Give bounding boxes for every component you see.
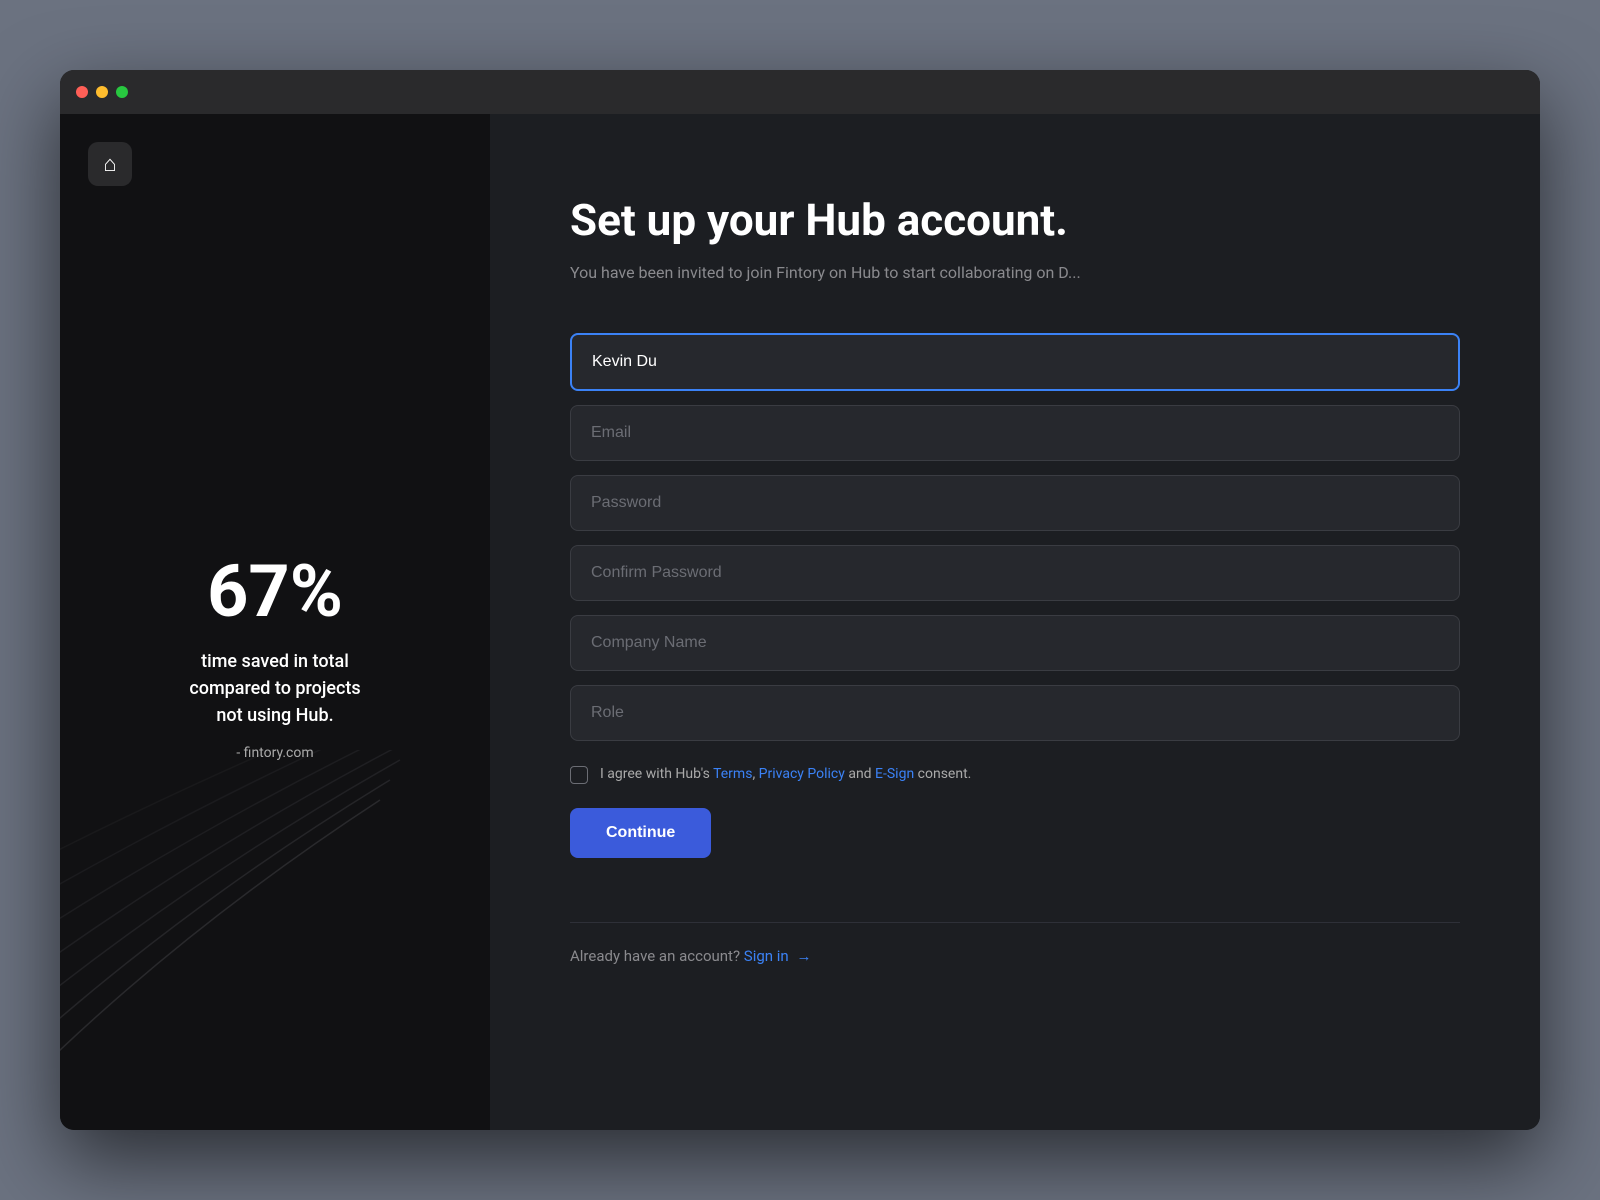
titlebar [60, 70, 1540, 114]
browser-content: ⌂ 67% time saved in total compared to pr… [60, 114, 1540, 1130]
logo-area: ⌂ [60, 114, 490, 186]
close-button[interactable] [76, 86, 88, 98]
password-input[interactable] [570, 475, 1460, 531]
stat-source: - fintory.com [236, 745, 313, 761]
password-field-group [570, 475, 1460, 531]
confirm-password-field-group [570, 545, 1460, 601]
left-content: 67% time saved in total compared to proj… [60, 186, 490, 1130]
company-name-input[interactable] [570, 615, 1460, 671]
divider [570, 922, 1460, 923]
browser-window: ⌂ 67% time saved in total compared to pr… [60, 70, 1540, 1130]
role-field-group [570, 685, 1460, 741]
terms-link[interactable]: Terms [713, 766, 752, 782]
right-panel: Set up your Hub account. You have been i… [490, 114, 1540, 1130]
email-field-group [570, 405, 1460, 461]
agreement-label: I agree with Hub's Terms, Privacy Policy… [600, 765, 971, 785]
signin-row: Already have an account? Sign in → [570, 947, 1460, 965]
stat-number: 67% [207, 556, 343, 628]
continue-button[interactable]: Continue [570, 808, 711, 858]
name-field-group [570, 333, 1460, 391]
privacy-link[interactable]: Privacy Policy [759, 766, 845, 782]
logo-icon: ⌂ [103, 151, 116, 177]
esign-link[interactable]: E-Sign [875, 766, 914, 782]
form-subtitle: You have been invited to join Fintory on… [570, 261, 1460, 285]
form-title: Set up your Hub account. [570, 194, 1460, 247]
role-input[interactable] [570, 685, 1460, 741]
minimize-button[interactable] [96, 86, 108, 98]
agreement-checkbox[interactable] [570, 766, 588, 784]
signin-link[interactable]: Sign in → [744, 947, 812, 965]
confirm-password-input[interactable] [570, 545, 1460, 601]
left-panel: ⌂ 67% time saved in total compared to pr… [60, 114, 490, 1130]
full-name-input[interactable] [570, 333, 1460, 391]
window-controls [76, 86, 128, 98]
agreement-row: I agree with Hub's Terms, Privacy Policy… [570, 765, 1460, 785]
maximize-button[interactable] [116, 86, 128, 98]
email-input[interactable] [570, 405, 1460, 461]
logo-box: ⌂ [88, 142, 132, 186]
signin-arrow-icon: → [796, 947, 811, 965]
company-name-field-group [570, 615, 1460, 671]
stat-description: time saved in total compared to projects… [189, 648, 360, 729]
